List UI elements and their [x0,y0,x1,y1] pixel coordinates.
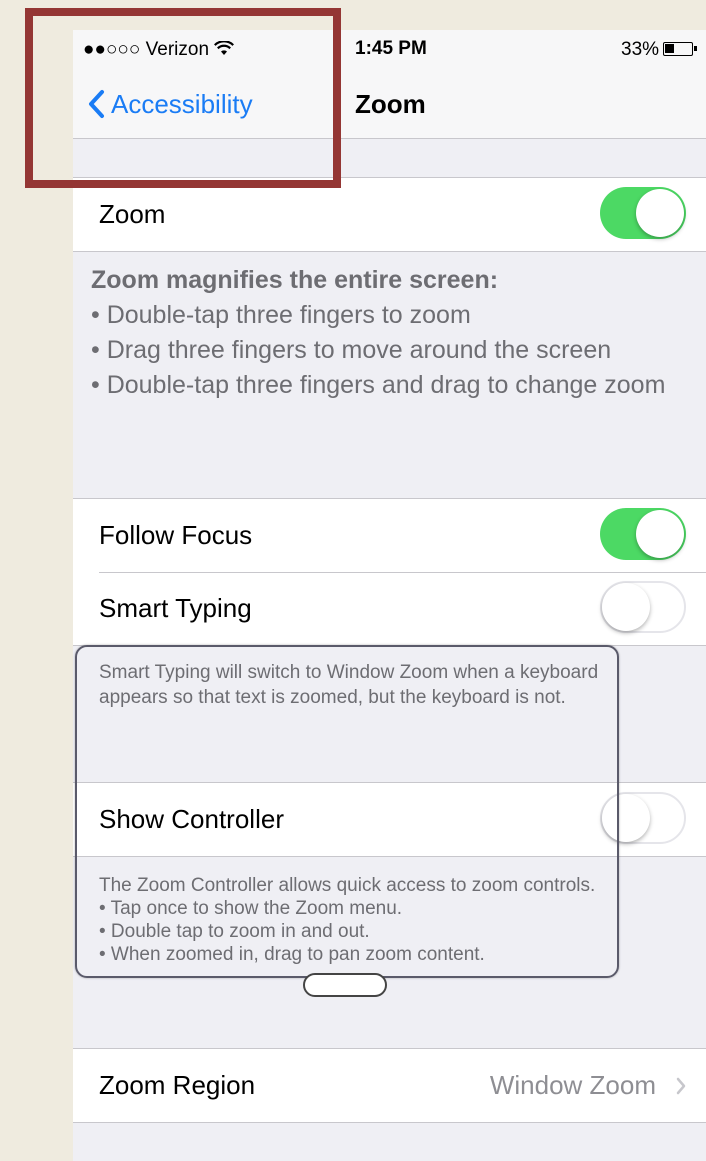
window-zoom-lens[interactable] [75,645,619,978]
zoom-description-line: • Double-tap three fingers to zoom [91,301,471,329]
zoom-label: Zoom [99,199,166,229]
ios-settings-screen: ●●○○○ Verizon 1:45 PM 33% Accessibility … [73,30,706,1161]
zoom-cell: Zoom [73,178,706,251]
battery-percent: 33% [621,39,660,60]
annotation-highlight-box [25,8,341,188]
zoom-description: Zoom magnifies the entire screen: • Doub… [91,263,691,403]
zoom-region-value: Window Zoom [489,1070,656,1100]
smart-typing-toggle[interactable] [600,581,686,633]
zoom-description-line: • Drag three fingers to move around the … [91,336,612,364]
zoom-description-line: • Double-tap three fingers and drag to c… [91,371,666,399]
zoom-toggle[interactable] [600,187,686,239]
zoom-region-label: Zoom Region [99,1070,256,1100]
chevron-right-icon [676,1077,686,1095]
zoom-region-group: Zoom Region Window Zoom [73,1048,706,1123]
page-title: Zoom [355,89,426,119]
battery-icon [663,42,697,56]
window-zoom-resize-handle[interactable] [303,973,387,997]
zoom-description-heading: Zoom magnifies the entire screen: [91,266,499,294]
smart-typing-label: Smart Typing [99,593,252,623]
follow-focus-toggle[interactable] [600,508,686,560]
follow-focus-label: Follow Focus [99,520,253,550]
smart-typing-cell: Smart Typing [73,572,706,645]
follow-focus-cell: Follow Focus [73,499,706,572]
status-time: 1:45 PM [355,38,427,59]
zoom-region-cell[interactable]: Zoom Region Window Zoom [73,1049,706,1122]
focus-typing-group: Follow Focus Smart Typing [73,498,706,646]
zoom-group: Zoom [73,177,706,252]
